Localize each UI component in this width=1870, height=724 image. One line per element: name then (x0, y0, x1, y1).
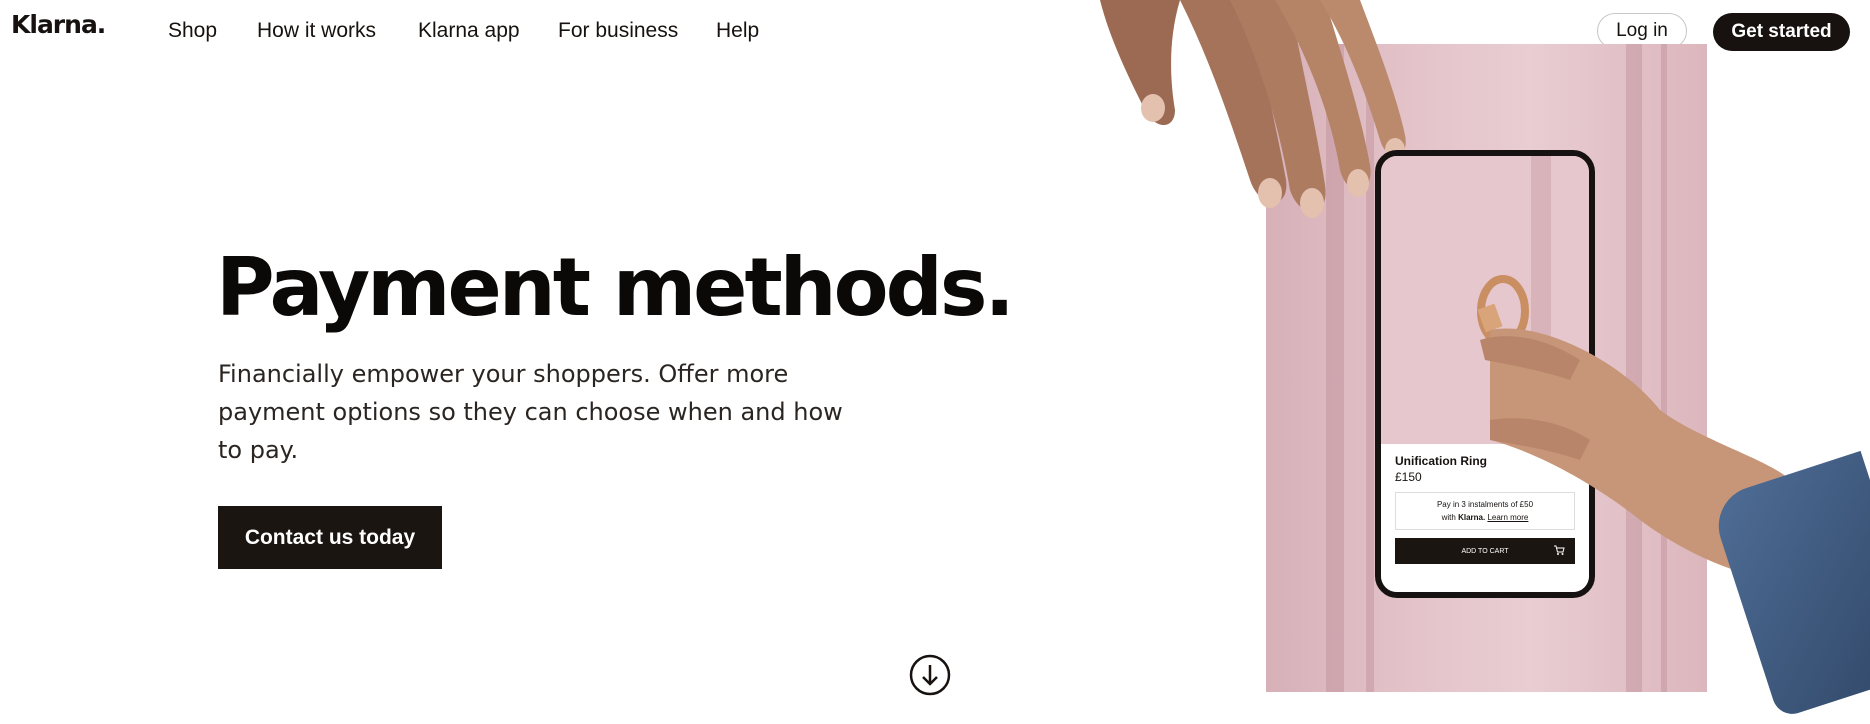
klarna-logo[interactable]: Klarna. (11, 10, 106, 39)
hero-image: Unification Ring £150 Pay in 3 instalmen… (1090, 0, 1870, 724)
contact-us-button[interactable]: Contact us today (218, 506, 442, 569)
nav-link-help[interactable]: Help (716, 19, 759, 43)
nav-link-klarna-app[interactable]: Klarna app (418, 19, 520, 43)
nav-link-shop[interactable]: Shop (168, 19, 217, 43)
nav-link-how-it-works[interactable]: How it works (257, 19, 376, 43)
nav-link-for-business[interactable]: For business (558, 19, 678, 43)
arrow-down-circle-icon[interactable] (909, 654, 951, 696)
hero-title: Payment methods. (216, 241, 1015, 334)
installment-with: with (1441, 513, 1456, 522)
hero-subtitle: Financially empower your shoppers. Offer… (218, 360, 843, 464)
